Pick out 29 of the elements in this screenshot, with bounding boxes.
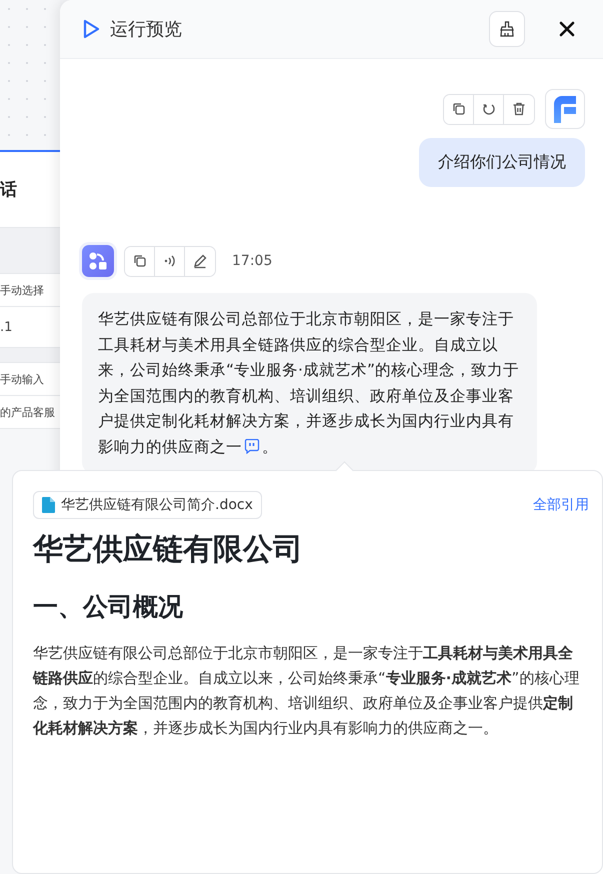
section-heading: 一、公司概况 (33, 591, 184, 623)
drawer-title: 运行预览 (110, 18, 182, 41)
clear-button[interactable] (489, 11, 525, 47)
description-text: 的产品客服 (0, 404, 55, 420)
quote-all-link[interactable]: 全部引用 (533, 496, 589, 514)
close-icon (559, 21, 575, 37)
user-message: 介绍你们公司情况 (419, 138, 585, 187)
document-icon (42, 497, 55, 513)
bot-message: 华艺供应链有限公司总部位于北京市朝阳区，是一家专注于工具耗材与美术用具全链路供应的综合型企业。自成立以来，公司始终秉承“专业服务·成就艺术”的核心理念，致力于为全国范围内的教育机构、培训组织、政府单位及企事业客户提供定制化耗材解决方案，并逐步成长为国内行业内具有影响力的供应商之一 。 (98, 309, 520, 458)
document-title: 华艺供应链有限公司 (33, 531, 304, 569)
broom-icon (498, 20, 516, 38)
mode-label: 手动选择 (0, 282, 44, 298)
copy-icon (450, 101, 466, 117)
workflow-icon (88, 251, 108, 271)
file-name: 华艺供应链有限公司简介.docx (61, 496, 253, 514)
citation-icon[interactable] (244, 438, 260, 454)
copy-icon (132, 253, 148, 269)
trash-icon (511, 101, 527, 117)
panel-title: 话 (0, 179, 17, 201)
logo-icon (552, 95, 578, 123)
version-text: .1 (0, 320, 12, 334)
copy-button[interactable] (444, 94, 474, 124)
pencil-icon (192, 253, 208, 269)
file-chip[interactable]: 华艺供应链有限公司简介.docx (33, 491, 262, 519)
mode-label: 手动输入 (0, 372, 44, 386)
document-paragraph: 华艺供应链有限公司总部位于北京市朝阳区，是一家专注于工具耗材与美术用具全链路供应的综合型企业。自成立以来，公司始终秉承“专业服务·成就艺术”的核心理念，致力于为全国范围内的教育机构、培训组织、政府单位及企事业客户提供定制化耗材解决方案，并逐步成长为国内行业内具有影响力的供应商之一。 (33, 643, 580, 739)
play-icon (82, 19, 100, 39)
copy-button[interactable] (125, 246, 155, 276)
message-time: 17:05 (232, 253, 272, 269)
